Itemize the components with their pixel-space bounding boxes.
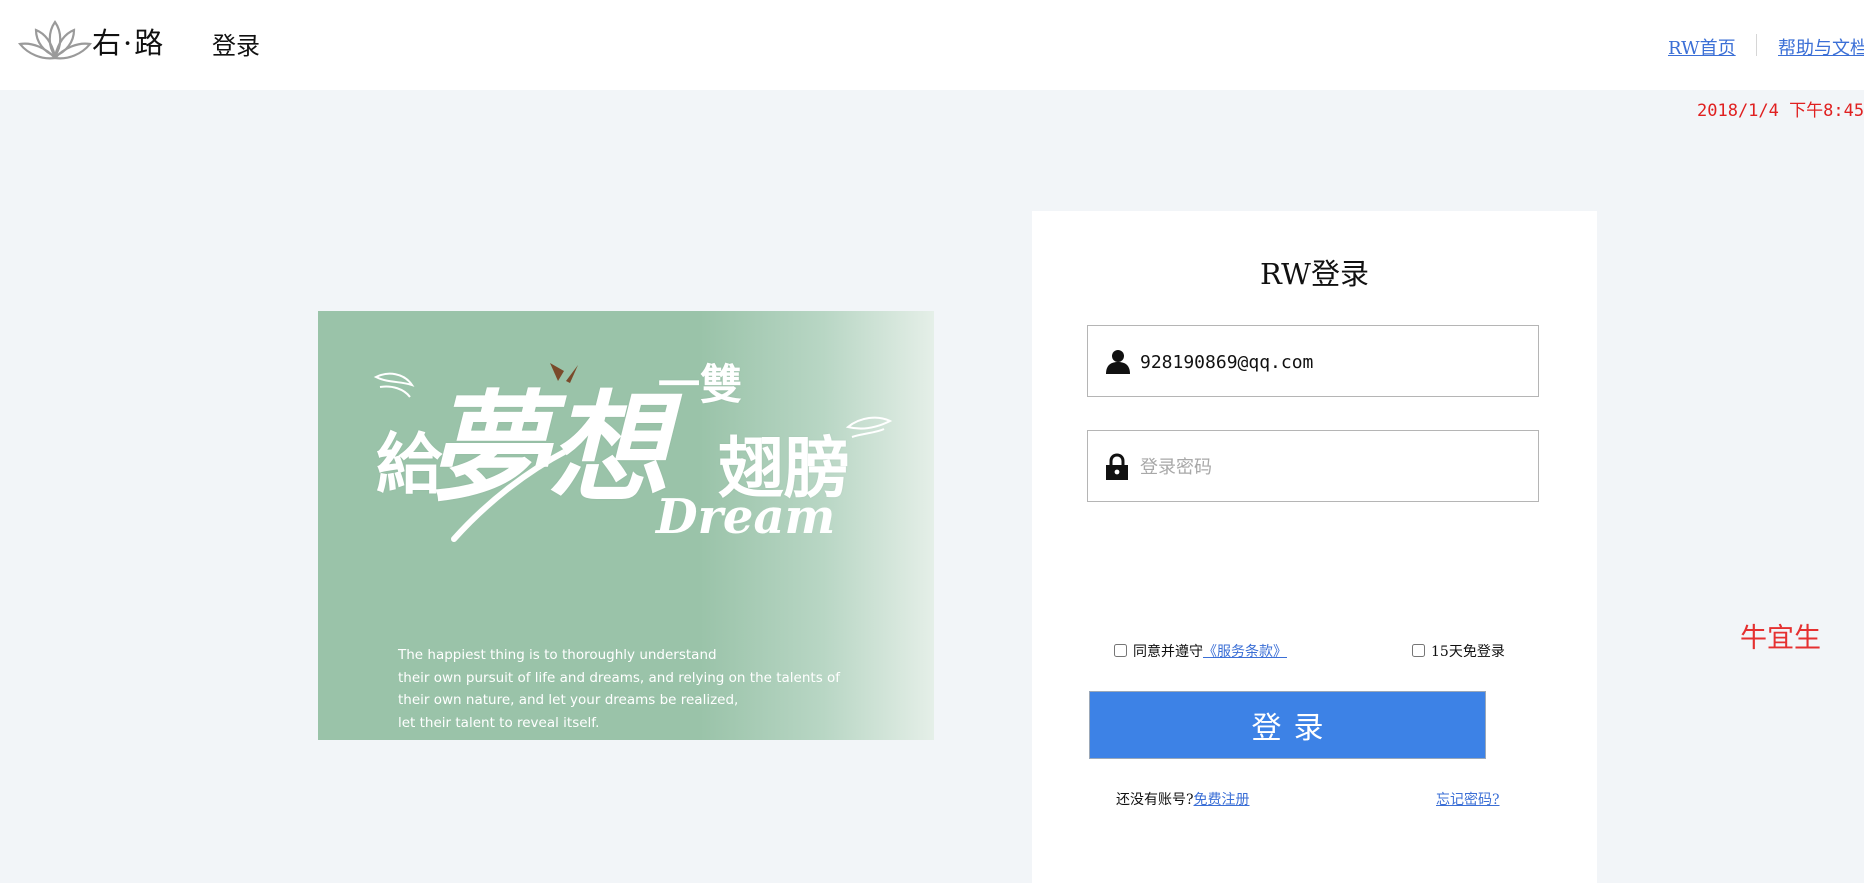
login-card: RW登录 同意并遵守《服务条款》 15天免登录 登录 还没有账号?免费注册 忘记… xyxy=(1032,211,1597,883)
promo-banner: 給 夢想 一雙 翅膀 Dream The happiest thing is t… xyxy=(318,311,934,740)
login-button[interactable]: 登录 xyxy=(1089,691,1486,759)
password-input[interactable] xyxy=(1138,451,1522,483)
header-bar: 右·路 登录 RW首页 帮助与文档 xyxy=(0,0,1864,90)
nav-link-home[interactable]: RW首页 xyxy=(1668,34,1736,60)
banner-quote: The happiest thing is to thoroughly unde… xyxy=(398,644,841,734)
nav-link-help[interactable]: 帮助与文档 xyxy=(1778,34,1864,60)
remember-me-checkbox[interactable] xyxy=(1412,644,1425,657)
username-field[interactable] xyxy=(1087,325,1539,397)
agree-terms-label: 同意并遵守 xyxy=(1133,644,1203,660)
page-label: 登录 xyxy=(212,32,260,60)
lock-icon xyxy=(1106,453,1128,480)
remember-me-label: 15天免登录 xyxy=(1431,644,1505,660)
user-icon xyxy=(1106,350,1130,374)
author-name: 牛宜生 xyxy=(1740,623,1821,654)
banner-heading-part: 一雙 xyxy=(658,360,743,409)
agree-terms-checkbox[interactable] xyxy=(1114,644,1127,657)
nav-divider xyxy=(1756,34,1757,56)
register-link[interactable]: 免费注册 xyxy=(1194,792,1250,808)
banner-quote-line: let their talent to reveal itself. xyxy=(398,714,600,731)
banner-heading-part: 夢想 xyxy=(428,378,668,519)
forgot-row: 忘记密码? xyxy=(1436,789,1500,809)
datetime-display: 2018/1/4 下午8:45 xyxy=(1697,101,1864,121)
no-account-text: 还没有账号? xyxy=(1116,792,1194,808)
terms-link[interactable]: 《服务条款》 xyxy=(1203,644,1287,660)
agree-terms-row[interactable]: 同意并遵守《服务条款》 xyxy=(1114,641,1287,661)
banner-quote-line: their own nature, and let your dreams be… xyxy=(398,692,739,708)
brand-name: 右·路 xyxy=(92,26,166,60)
password-field[interactable] xyxy=(1087,430,1539,502)
register-row: 还没有账号?免费注册 xyxy=(1116,789,1250,809)
username-input[interactable] xyxy=(1138,346,1522,378)
banner-dream-word: Dream xyxy=(656,489,836,545)
banner-quote-line: their own pursuit of life and dreams, an… xyxy=(398,669,841,686)
forgot-password-link[interactable]: 忘记密码? xyxy=(1436,792,1500,808)
lotus-icon xyxy=(17,16,93,66)
banner-quote-line: The happiest thing is to thoroughly unde… xyxy=(398,647,717,663)
login-title: RW登录 xyxy=(1259,257,1369,291)
remember-me-row[interactable]: 15天免登录 xyxy=(1412,641,1505,661)
